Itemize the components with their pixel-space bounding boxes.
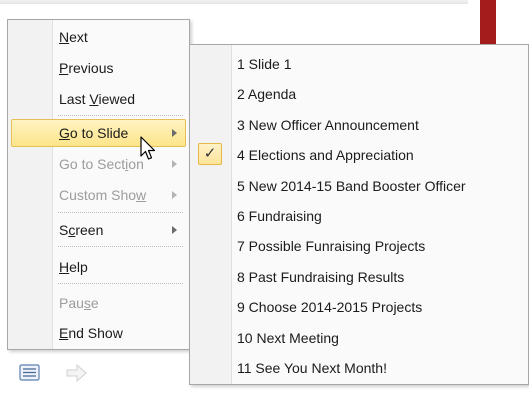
slide-item-label: 9 Choose 2014-2015 Projects [237,299,423,315]
slide-background-strip [0,0,468,4]
slide-item-label: 11 See You Next Month! [237,360,387,376]
menu-item-label: Screen [59,222,104,238]
slide-menu-icon[interactable] [18,362,42,384]
slideshow-context-menu: Next Previous Last Viewed Go to Slide Go… [7,19,190,350]
slide-item-label: 4 Elections and Appreciation [237,147,414,163]
next-arrow-icon[interactable] [64,362,90,384]
menu-item-label: Go to Section [59,156,144,172]
slide-item-label: 3 New Officer Announcement [237,117,419,133]
go-to-slide-submenu: 1 Slide 1 2 Agenda 3 New Officer Announc… [189,44,529,385]
submenu-arrow-icon [172,129,177,137]
slide-item[interactable]: 11 See You Next Month! [193,354,523,382]
menu-item-screen[interactable]: Screen [11,216,186,244]
menu-separator [58,212,183,213]
menu-item-go-to-slide[interactable]: Go to Slide [11,119,186,147]
menu-separator [58,246,183,247]
slide-item-label: 2 Agenda [237,86,297,102]
menu-item-label: Help [59,259,88,275]
menu-item-label: Custom Show [59,187,147,203]
menu-item-custom-show[interactable]: Custom Show [11,181,186,209]
menu-item-label: End Show [59,325,123,341]
slide-item[interactable]: 3 New Officer Announcement [193,111,523,139]
submenu-arrow-icon [172,160,177,168]
slide-item[interactable]: 10 Next Meeting [193,324,523,352]
submenu-arrow-icon [172,191,177,199]
menu-item-label: Go to Slide [59,125,129,141]
slide-item[interactable]: 2 Agenda [193,80,523,108]
slide-item[interactable]: 9 Choose 2014-2015 Projects [193,293,523,321]
slide-item[interactable]: 8 Past Fundraising Results [193,263,523,291]
menu-item-last-viewed[interactable]: Last Viewed [11,85,186,113]
menu-item-previous[interactable]: Previous [11,54,186,82]
menu-item-pause[interactable]: Pause [11,289,186,317]
menu-item-next[interactable]: Next [11,23,186,51]
slide-item-label: 1 Slide 1 [237,56,292,72]
slide-background-accent [480,0,496,48]
menu-item-label: Next [59,29,88,45]
slide-item[interactable]: 6 Fundraising [193,202,523,230]
menu-item-go-to-section[interactable]: Go to Section [11,150,186,178]
slide-item-label: 6 Fundraising [237,208,322,224]
slide-item-current[interactable]: ✓ 4 Elections and Appreciation [193,141,523,169]
slide-item-label: 7 Possible Funraising Projects [237,238,426,254]
slide-item-label: 8 Past Fundraising Results [237,269,405,285]
slide-item[interactable]: 1 Slide 1 [193,50,523,78]
mouse-pointer-icon [140,136,156,160]
menu-item-label: Last Viewed [59,91,136,107]
menu-item-help[interactable]: Help [11,253,186,281]
slide-item[interactable]: 7 Possible Funraising Projects [193,232,523,260]
submenu-arrow-icon [172,226,177,234]
slide-item-label: 10 Next Meeting [237,330,339,346]
slide-item[interactable]: 5 New 2014-15 Band Booster Officer [193,172,523,200]
slide-item-label: 5 New 2014-15 Band Booster Officer [237,178,466,194]
menu-item-end-show[interactable]: End Show [11,319,186,347]
menu-item-label: Previous [59,60,114,76]
menu-separator [58,283,183,284]
menu-item-label: Pause [59,295,99,311]
menu-separator [58,115,183,116]
checkmark-icon: ✓ [198,143,222,165]
